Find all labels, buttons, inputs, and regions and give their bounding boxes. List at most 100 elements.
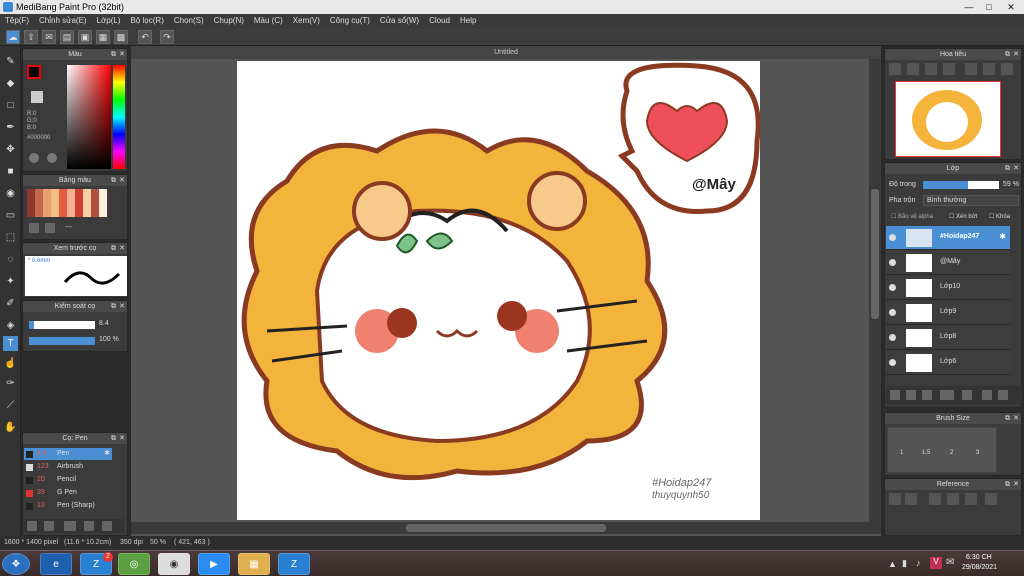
- redo-icon[interactable]: ↷: [160, 30, 174, 44]
- zalo-pc-icon[interactable]: Z: [278, 553, 310, 575]
- close-icon[interactable]: ✕: [1013, 413, 1019, 424]
- tray-up-icon[interactable]: ▲: [888, 559, 897, 569]
- bucket-tool-icon[interactable]: ◉: [3, 186, 18, 201]
- new-8bit-layer-icon[interactable]: [922, 390, 932, 400]
- zoom-out-icon[interactable]: [929, 493, 941, 505]
- gradient-tool-icon[interactable]: ▭: [3, 208, 18, 223]
- secondary-color-swatch[interactable]: [31, 91, 43, 103]
- brush-item[interactable]: 123 Airbrush: [24, 461, 112, 473]
- cloud-icon[interactable]: ☁: [6, 30, 20, 44]
- text-tool-icon[interactable]: T: [3, 336, 18, 351]
- dock-icon[interactable]: ⧉: [111, 49, 116, 60]
- copy-brush-icon[interactable]: [84, 521, 94, 531]
- lasso-tool-icon[interactable]: ◌: [3, 252, 18, 267]
- menu-cloud[interactable]: Cloud: [424, 14, 455, 28]
- zoom-out-icon[interactable]: [889, 63, 901, 75]
- close-icon[interactable]: ✕: [1013, 163, 1019, 174]
- new-palette-icon[interactable]: [29, 223, 39, 233]
- menu-help[interactable]: Help: [455, 14, 481, 28]
- comment-icon[interactable]: ✉: [42, 30, 56, 44]
- brush-size-option[interactable]: 1: [900, 450, 903, 456]
- dock-icon[interactable]: ⧉: [1005, 163, 1010, 174]
- layer-menu-icon[interactable]: [940, 390, 954, 400]
- menu-color[interactable]: Màu (C): [249, 14, 288, 28]
- protect-alpha-checkbox[interactable]: ☐ Bảo vệ alpha: [891, 213, 933, 220]
- save-icon[interactable]: ▣: [78, 30, 92, 44]
- menu-file[interactable]: Tệp(F): [0, 14, 34, 28]
- upload-icon[interactable]: ⇪: [24, 30, 38, 44]
- menu-snap[interactable]: Chụp(N): [209, 14, 249, 28]
- eye-icon[interactable]: [889, 359, 896, 366]
- close-icon[interactable]: ✕: [119, 175, 125, 186]
- menu-layer[interactable]: Lớp(L): [92, 14, 126, 28]
- export-icon[interactable]: ▦: [96, 30, 110, 44]
- close-icon[interactable]: ✕: [119, 243, 125, 254]
- horizontal-scrollbar[interactable]: [131, 522, 881, 534]
- lock-checkbox[interactable]: ☐ Khóa: [989, 213, 1010, 220]
- eye-icon[interactable]: [889, 284, 896, 291]
- zalo-tray-icon[interactable]: ✉: [946, 557, 954, 568]
- rotate-left-icon[interactable]: [965, 63, 977, 75]
- undo-icon[interactable]: ↶: [138, 30, 152, 44]
- maximize-button[interactable]: □: [980, 1, 998, 13]
- vertical-scrollbar[interactable]: [869, 59, 881, 522]
- explorer-icon[interactable]: ▦: [238, 553, 270, 575]
- close-icon[interactable]: ✕: [1013, 479, 1019, 490]
- brush-item[interactable]: 20 Pencil: [24, 474, 112, 486]
- palette-swatches[interactable]: [27, 189, 107, 217]
- rotate-reset-icon[interactable]: [983, 63, 995, 75]
- close-icon[interactable]: ✕: [119, 433, 125, 444]
- dock-icon[interactable]: ⧉: [1005, 413, 1010, 424]
- brush-item[interactable]: 39 G Pen: [24, 487, 112, 499]
- folder-icon[interactable]: [102, 521, 112, 531]
- eyedropper-icon[interactable]: ✑: [3, 376, 18, 391]
- dock-icon[interactable]: ⧉: [1005, 479, 1010, 490]
- select-tool-icon[interactable]: ⬚: [3, 230, 18, 245]
- eye-icon[interactable]: [889, 309, 896, 316]
- add-brush-icon[interactable]: [27, 521, 37, 531]
- minimize-button[interactable]: —: [960, 1, 978, 13]
- select-eraser-icon[interactable]: ◈: [3, 318, 18, 333]
- zoom-icon[interactable]: ▶: [198, 553, 230, 575]
- flip-icon[interactable]: [1001, 63, 1013, 75]
- hand-tool-icon[interactable]: ✋: [3, 420, 18, 435]
- brush-item[interactable]: 13 Pen (Sharp): [24, 500, 112, 512]
- close-icon[interactable]: ✕: [119, 301, 125, 312]
- ie-icon[interactable]: e: [40, 553, 72, 575]
- layer-opacity-slider[interactable]: [923, 181, 999, 189]
- fit-icon[interactable]: [925, 63, 937, 75]
- new-layer-icon[interactable]: [890, 390, 900, 400]
- dock-icon[interactable]: ⧉: [111, 301, 116, 312]
- menu-filter[interactable]: Bộ lọc(R): [126, 14, 169, 28]
- layer-row[interactable]: Lớp9: [886, 301, 1010, 325]
- close-icon[interactable]: ✕: [119, 49, 125, 60]
- network-icon[interactable]: ▮: [902, 558, 907, 569]
- zoom-in-icon[interactable]: [947, 493, 959, 505]
- palette-more[interactable]: ---: [65, 224, 72, 231]
- reference-open-icon[interactable]: [905, 493, 917, 505]
- layer-row[interactable]: Lớp6: [886, 351, 1010, 375]
- new-halftone-layer-icon[interactable]: [906, 390, 916, 400]
- brush-item[interactable]: 8.4 Pen ✱: [24, 448, 112, 460]
- magic-wand-icon[interactable]: ✦: [3, 274, 18, 289]
- coccoc-icon[interactable]: ◎: [118, 553, 150, 575]
- blend-mode-select[interactable]: Bình thường: [923, 195, 1019, 206]
- chrome-icon[interactable]: ◉: [158, 553, 190, 575]
- fill-rect-icon[interactable]: ■: [3, 164, 18, 179]
- select-pen-icon[interactable]: ✐: [3, 296, 18, 311]
- eye-icon[interactable]: [889, 234, 896, 241]
- layer-row[interactable]: Lớp8: [886, 326, 1010, 350]
- brush-tool-icon[interactable]: ✎: [3, 54, 18, 69]
- start-button[interactable]: ❖: [2, 553, 30, 575]
- layer-row[interactable]: #Hoidap247 ✱: [886, 226, 1010, 250]
- dot-tool-icon[interactable]: □: [3, 98, 18, 113]
- brush-opacity-slider[interactable]: [29, 337, 95, 345]
- layer-row[interactable]: Lớp10: [886, 276, 1010, 300]
- eye-icon[interactable]: [889, 334, 896, 341]
- dock-icon[interactable]: ⧉: [1005, 49, 1010, 60]
- brush-menu-icon[interactable]: [64, 521, 76, 531]
- clipping-checkbox[interactable]: ☐ Xén bớt: [949, 213, 977, 220]
- new-file-icon[interactable]: ▤: [60, 30, 74, 44]
- actual-size-icon[interactable]: [943, 63, 955, 75]
- menu-tools[interactable]: Công cụ(T): [325, 14, 375, 28]
